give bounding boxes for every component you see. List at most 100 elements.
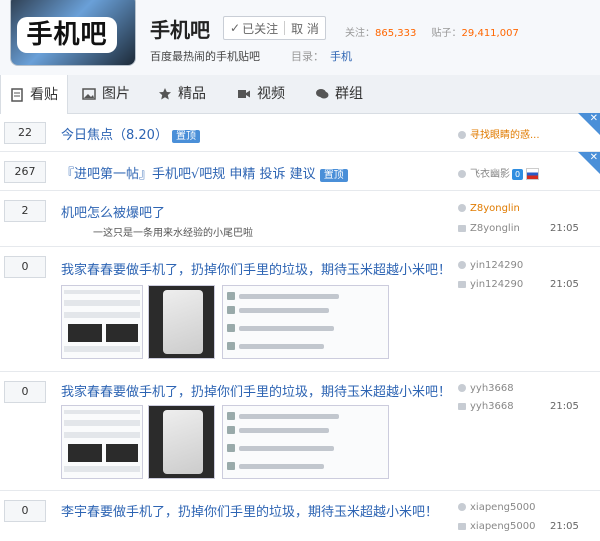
close-icon[interactable]: ✕ [590, 152, 598, 164]
pinned-badge: 置顶 [319, 169, 348, 182]
thread-title-link[interactable]: 今日焦点（8.20） 置顶 [61, 124, 200, 143]
thread-title[interactable]: 机吧怎么被爆吧了 [61, 202, 165, 221]
category-label: 目录： [291, 50, 324, 63]
thread-title: 今日焦点（8.20） [61, 128, 168, 143]
thread-author[interactable]: yyh3668 [458, 383, 514, 394]
user-icon [458, 131, 466, 139]
tab-bar: 看贴 图片 精品 视频 群组 [0, 75, 600, 114]
user-icon [458, 503, 466, 511]
thread-title[interactable]: 我家春春要做手机了，扔掉你们手里的垃圾，期待玉米超越小米吧！ [61, 259, 451, 278]
forum-category: 目录： 手机 [291, 48, 352, 64]
tab-groups[interactable]: 群组 [315, 75, 363, 113]
follow-count: 865,333 [375, 28, 417, 39]
chat-icon [316, 89, 329, 99]
thread-row[interactable]: 0 我家春春要做手机了，扔掉你们手里的垃圾，期待玉米超越小米吧！ yyh3668… [0, 372, 600, 491]
thread-author[interactable]: xiapeng5000 [458, 502, 535, 513]
reply-author-name: yin124290 [470, 279, 524, 290]
reply-icon [458, 280, 466, 288]
user-icon [458, 384, 466, 392]
pinned-badge: 置顶 [171, 130, 200, 143]
reply-time: 21:05 [550, 401, 579, 412]
forum-header: 手机吧 手机吧 ✓ 已关注 取 消 关注：865,333 贴子：29,411,0… [0, 0, 600, 76]
reply-count: 0 [4, 256, 46, 278]
followed-label: 已关注 [242, 21, 279, 36]
thread-author[interactable]: 飞衣幽影 0 [458, 165, 540, 180]
thumbnail-phone[interactable] [148, 285, 215, 359]
thumbnail-screenshot[interactable] [61, 405, 143, 479]
thread-row[interactable]: 22 今日焦点（8.20） 置顶 寻找眼睛的惑... ✕ [0, 113, 600, 152]
author-name: xiapeng5000 [470, 502, 536, 513]
thread-author[interactable]: Z8yonglin [458, 203, 520, 214]
reply-count: 22 [4, 122, 46, 144]
reply-time: 21:05 [550, 521, 579, 532]
close-icon[interactable]: ✕ [590, 113, 598, 125]
user-icon [458, 204, 466, 212]
reply-author-name: Z8yonglin [470, 223, 520, 234]
tab-label: 群组 [335, 86, 363, 102]
reply-author-name: yyh3668 [470, 401, 514, 412]
thumbnail-phone[interactable] [148, 405, 215, 479]
forum-stats: 关注：865,333 贴子：29,411,007 [345, 24, 531, 39]
thumbnail-chat[interactable] [222, 405, 389, 479]
forum-title[interactable]: 手机吧 [150, 14, 210, 43]
level-badge: 0 [512, 168, 523, 180]
last-reply-author[interactable]: xiapeng5000 [458, 521, 535, 532]
forum-slogan: 百度最热闹的手机贴吧 [150, 50, 260, 63]
thread-title[interactable]: 我家春春要做手机了，扔掉你们手里的垃圾，期待玉米超越小米吧！ [61, 381, 451, 400]
author-name: yin124290 [470, 260, 524, 271]
follow-count-label: 关注： [345, 28, 375, 39]
user-icon [458, 170, 466, 178]
thread-row[interactable]: 0 李宇春要做手机了，扔掉你们手里的垃圾，期待玉米超越小米吧！ xiapeng5… [0, 491, 600, 541]
reply-icon [458, 224, 466, 232]
reply-count: 0 [4, 500, 46, 522]
logo-text: 手机吧 [17, 17, 117, 53]
tab-posts[interactable]: 看贴 [0, 75, 68, 114]
thread-title[interactable]: 李宇春要做手机了，扔掉你们手里的垃圾，期待玉米超越小米吧！ [61, 501, 438, 520]
tab-label: 视频 [257, 86, 285, 102]
reply-count: 0 [4, 381, 46, 403]
thread-title: 『进吧第一帖』手机吧√吧规 申精 投诉 建议 [61, 167, 316, 182]
user-icon [458, 261, 466, 269]
reply-time: 21:05 [550, 279, 579, 290]
flag-icon [526, 168, 540, 180]
author-name: Z8yonglin [470, 203, 520, 214]
image-icon [82, 88, 96, 100]
reply-time: 21:05 [550, 223, 579, 234]
thumbnail-screenshot[interactable] [61, 285, 143, 359]
category-link[interactable]: 手机 [330, 50, 352, 63]
thread-row[interactable]: 0 我家春春要做手机了，扔掉你们手里的垃圾，期待玉米超越小米吧！ yin1242… [0, 247, 600, 372]
reply-icon [458, 522, 466, 530]
video-icon [238, 90, 250, 98]
check-icon: ✓ [230, 21, 241, 35]
thread-author[interactable]: yin124290 [458, 260, 523, 271]
forum-logo[interactable]: 手机吧 [10, 0, 136, 66]
author-name: yyh3668 [470, 383, 514, 394]
tab-label: 图片 [102, 86, 130, 102]
thread-excerpt: 一这只是一条用来水经验的小尾巴啦 [93, 228, 253, 239]
author-name: 飞衣幽影 [470, 169, 510, 180]
author-name: 寻找眼睛的惑... [470, 130, 540, 141]
last-reply-author[interactable]: yin124290 [458, 279, 523, 290]
post-count-label: 贴子： [431, 28, 462, 39]
reply-count: 267 [4, 161, 46, 183]
reply-count: 2 [4, 200, 46, 222]
thumbnail-chat[interactable] [222, 285, 389, 359]
thread-title-link[interactable]: 『进吧第一帖』手机吧√吧规 申精 投诉 建议 置顶 [61, 163, 348, 182]
unfollow-button[interactable]: 取 消 [285, 20, 325, 37]
thread-row[interactable]: 267 『进吧第一帖』手机吧√吧规 申精 投诉 建议 置顶 飞衣幽影 0 ✕ [0, 152, 600, 191]
last-reply-author[interactable]: Z8yonglin [458, 223, 520, 234]
thread-row[interactable]: 2 机吧怎么被爆吧了 一这只是一条用来水经验的小尾巴啦 Z8yonglin Z8… [0, 191, 600, 247]
tab-videos[interactable]: 视频 [237, 75, 285, 113]
document-icon [11, 87, 23, 102]
last-reply-author[interactable]: yyh3668 [458, 401, 514, 412]
tab-label: 精品 [178, 86, 206, 102]
star-icon [159, 88, 171, 100]
follow-toggle[interactable]: ✓ 已关注 取 消 [223, 16, 326, 40]
thread-author[interactable]: 寻找眼睛的惑... [458, 126, 540, 141]
reply-author-name: xiapeng5000 [470, 521, 536, 532]
reply-icon [458, 402, 466, 410]
tab-featured[interactable]: 精品 [158, 75, 206, 113]
tab-images[interactable]: 图片 [82, 75, 130, 113]
tab-label: 看贴 [30, 86, 58, 103]
post-count: 29,411,007 [461, 28, 519, 39]
